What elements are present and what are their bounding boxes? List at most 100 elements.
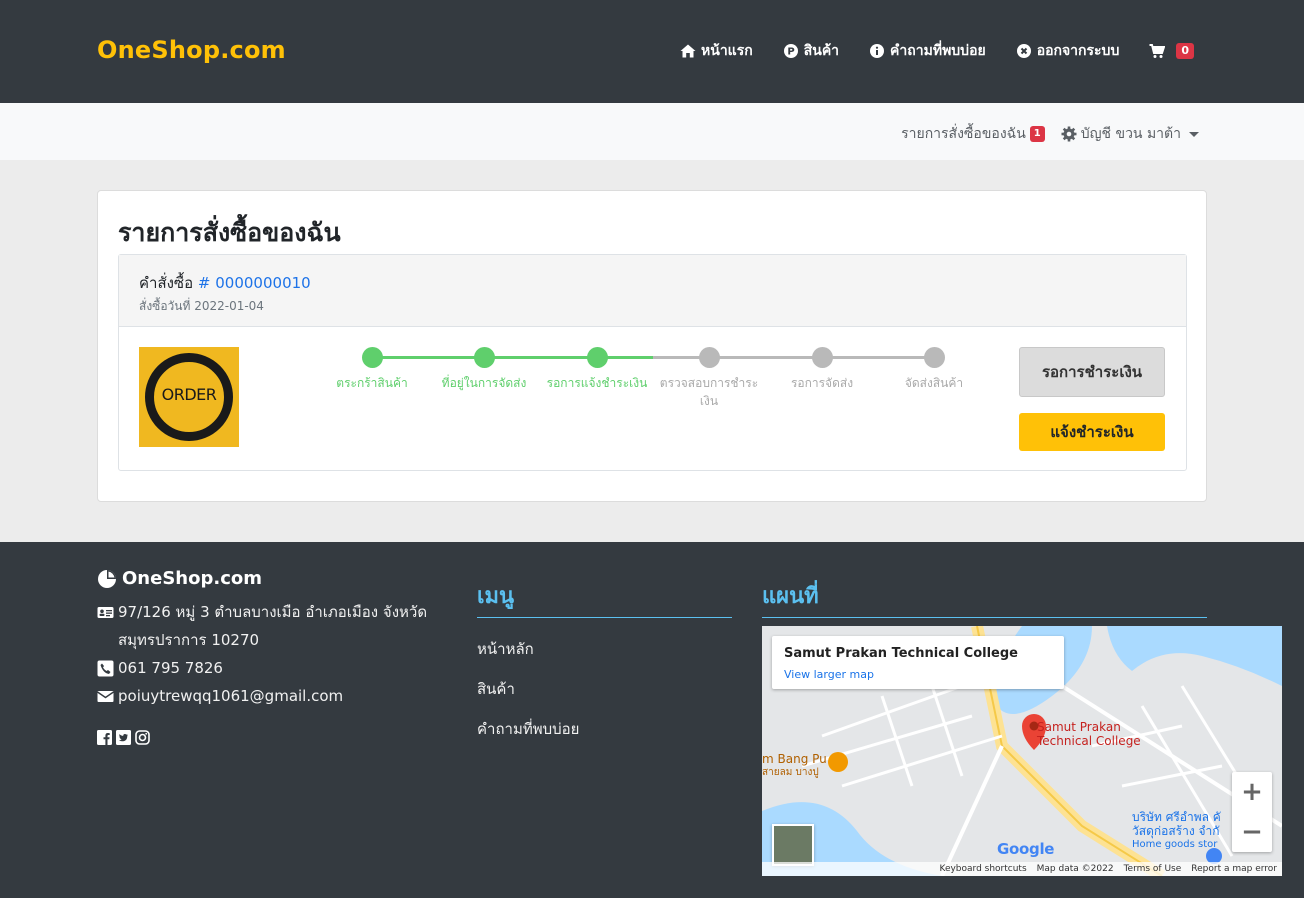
orders-card: รายการสั่งซื้อของฉัน คำสั่งซื้อ # 000000… [97, 190, 1207, 502]
order-progress: ตระกร้าสินค้า ที่อยู่ในการจัดส่ง รอการแจ… [316, 347, 991, 427]
footer-phone: 061 795 7826 [97, 654, 437, 682]
account-bar: รายการสั่งซื้อของฉัน 1 บัญชี ขวน มาต้า [0, 103, 1304, 160]
social-links [97, 730, 154, 745]
brand-logo[interactable]: OneShop.com [97, 36, 286, 64]
map-terms[interactable]: Terms of Use [1124, 862, 1182, 876]
facebook-icon[interactable] [97, 730, 112, 745]
google-logo-text: Google [997, 840, 1055, 858]
map-keyboard-shortcuts[interactable]: Keyboard shortcuts [939, 862, 1026, 876]
close-circle-icon [1016, 44, 1031, 58]
footer-menu-faq[interactable]: คำถามที่พบบ่อย [477, 717, 579, 741]
order-image-text: ORDER [161, 385, 217, 404]
progress-dot [473, 347, 495, 368]
nav-logout-label: ออกจากระบบ [1036, 43, 1120, 59]
cart-icon [1149, 44, 1166, 58]
map-poi-bangpu-en: m Bang Pu [762, 752, 827, 766]
notify-payment-button[interactable]: แจ้งชำระเงิน [1019, 413, 1165, 451]
chevron-down-icon [1189, 131, 1199, 137]
nav-products-label: สินค้า [803, 43, 840, 59]
map-data-credit: Map data ©2022 [1036, 864, 1114, 874]
progress-dot [586, 347, 608, 368]
instagram-icon[interactable] [135, 730, 150, 745]
footer-email: poiuytrewqq1061@gmail.com [97, 682, 437, 710]
payment-status-button[interactable]: รอการชำระเงิน [1019, 347, 1165, 397]
order-image: ORDER [139, 347, 239, 447]
pie-chart-icon [98, 569, 116, 588]
order-body: ORDER ตระกร้าสินค้า ที่อยู่ในการจัดส่ง ร… [119, 327, 1186, 471]
home-icon [680, 44, 696, 58]
progress-label: จัดส่งสินค้า [904, 376, 964, 390]
nav-logout[interactable]: ออกจากระบบ [1016, 40, 1120, 62]
map-footer: Keyboard shortcuts Map data ©2022 Terms … [762, 862, 1282, 876]
footer-menu-products[interactable]: สินค้า [477, 677, 515, 701]
order-header: คำสั่งซื้อ # 0000000010 สั่งซื้อวันที่ 2… [119, 255, 1186, 327]
progress-label: ที่อยู่ในการจัดส่ง [441, 376, 527, 390]
map-zoom-controls: + − [1232, 772, 1272, 852]
progress-dot [811, 347, 833, 368]
footer-menu-title: เมนู [477, 584, 515, 609]
cart-count-badge: 0 [1176, 43, 1194, 59]
top-navbar: OneShop.com หน้าแรก P สินค้า คำถามที่พบบ… [0, 0, 1304, 103]
svg-text:P: P [787, 47, 794, 58]
order-label: คำสั่งซื้อ [139, 274, 194, 292]
nav-cart[interactable]: 0 [1149, 43, 1194, 59]
footer-map-divider [762, 617, 1207, 618]
nav-faq-label: คำถามที่พบบ่อย [890, 43, 986, 59]
map-poi-store-th-2: วัสดุก่อสร้าง จำกั [1132, 824, 1220, 838]
footer-brand: OneShop.com [97, 568, 262, 589]
map-poi-store-en: Home goods stor [1132, 839, 1218, 850]
nav-faq[interactable]: คำถามที่พบบ่อย [869, 40, 986, 62]
map-report-error[interactable]: Report a map error [1191, 862, 1277, 876]
footer-menu-home[interactable]: หน้าหลัก [477, 637, 534, 661]
my-orders-link[interactable]: รายการสั่งซื้อของฉัน [901, 123, 1026, 145]
progress-label: ตรวจสอบการชำระเงิน [659, 376, 759, 408]
progress-step-shipped: จัดส่งสินค้า [878, 347, 990, 392]
map-poi-bangpu-th: สายลม บางปู [762, 767, 819, 778]
zoom-out-button[interactable]: − [1232, 812, 1272, 852]
progress-dot [923, 347, 945, 368]
map-place-name: Samut Prakan Technical College [784, 646, 1018, 661]
info-icon [870, 44, 885, 58]
orders-count-badge: 1 [1029, 126, 1045, 142]
page-title: รายการสั่งซื้อของฉัน [118, 218, 341, 247]
zoom-in-button[interactable]: + [1232, 772, 1272, 812]
progress-dot [698, 347, 720, 368]
progress-step-verify-payment: ตรวจสอบการชำระเงิน [653, 347, 765, 410]
account-name: บัญชี ขวน มาต้า [1080, 126, 1181, 142]
map-poi-store: บริษัท ศรีอำพล คั วัสดุก่อสร้าง จำกั Hom… [1132, 810, 1221, 852]
progress-step-address: ที่อยู่ในการจัดส่ง [428, 347, 540, 392]
nav-home-label: หน้าแรก [701, 43, 753, 59]
nav-products[interactable]: P สินค้า [783, 40, 839, 62]
footer-brand-label: OneShop.com [122, 568, 262, 589]
main-nav: หน้าแรก P สินค้า คำถามที่พบบ่อย ออกจากระ… [650, 40, 1194, 62]
order-number-link[interactable]: # 0000000010 [198, 274, 311, 292]
progress-label: ตระกร้าสินค้า [336, 376, 408, 390]
google-logo: Google [997, 840, 1054, 858]
footer-address-text: 97/126 หมู่ 3 ตำบลบางเมือ อำเภอเมือง จัง… [118, 603, 428, 649]
phone-icon [97, 660, 114, 677]
footer: OneShop.com 97/126 หมู่ 3 ตำบลบางเมือ อำ… [0, 542, 1304, 898]
nav-home[interactable]: หน้าแรก [680, 40, 753, 62]
order-date: สั่งซื้อวันที่ 2022-01-04 [139, 299, 264, 313]
account-dropdown[interactable]: บัญชี ขวน มาต้า [1061, 123, 1199, 145]
progress-label: รอการจัดส่ง [790, 376, 854, 390]
view-larger-map-link[interactable]: View larger map [784, 668, 874, 681]
map-poi-bangpu: m Bang Pu สายลม บางปู [762, 752, 827, 780]
satellite-toggle[interactable] [772, 824, 814, 866]
progress-label: รอการแจ้งชำระเงิน [546, 376, 648, 390]
footer-map-title: แผนที่ [762, 584, 819, 609]
id-card-icon [97, 607, 114, 618]
footer-address: 97/126 หมู่ 3 ตำบลบางเมือ อำเภอเมือง จัง… [97, 598, 437, 654]
gear-icon [1061, 126, 1077, 142]
map-poi-store-th-1: บริษัท ศรีอำพล คั [1132, 810, 1221, 824]
order-item: คำสั่งซื้อ # 0000000010 สั่งซื้อวันที่ 2… [118, 254, 1187, 471]
twitter-icon[interactable] [116, 730, 131, 745]
embedded-map[interactable]: Samut Prakan Technical College m Bang Pu… [762, 626, 1282, 876]
progress-step-await-shipping: รอการจัดส่ง [766, 347, 878, 392]
footer-menu-divider [477, 617, 732, 618]
map-info-card: Samut Prakan Technical College View larg… [772, 636, 1064, 689]
map-pin-label-line-2: Technical College [1037, 734, 1141, 748]
product-icon: P [783, 44, 798, 58]
progress-step-await-payment: รอการแจ้งชำระเงิน [541, 347, 653, 392]
order-number-row: คำสั่งซื้อ # 0000000010 [139, 271, 311, 295]
